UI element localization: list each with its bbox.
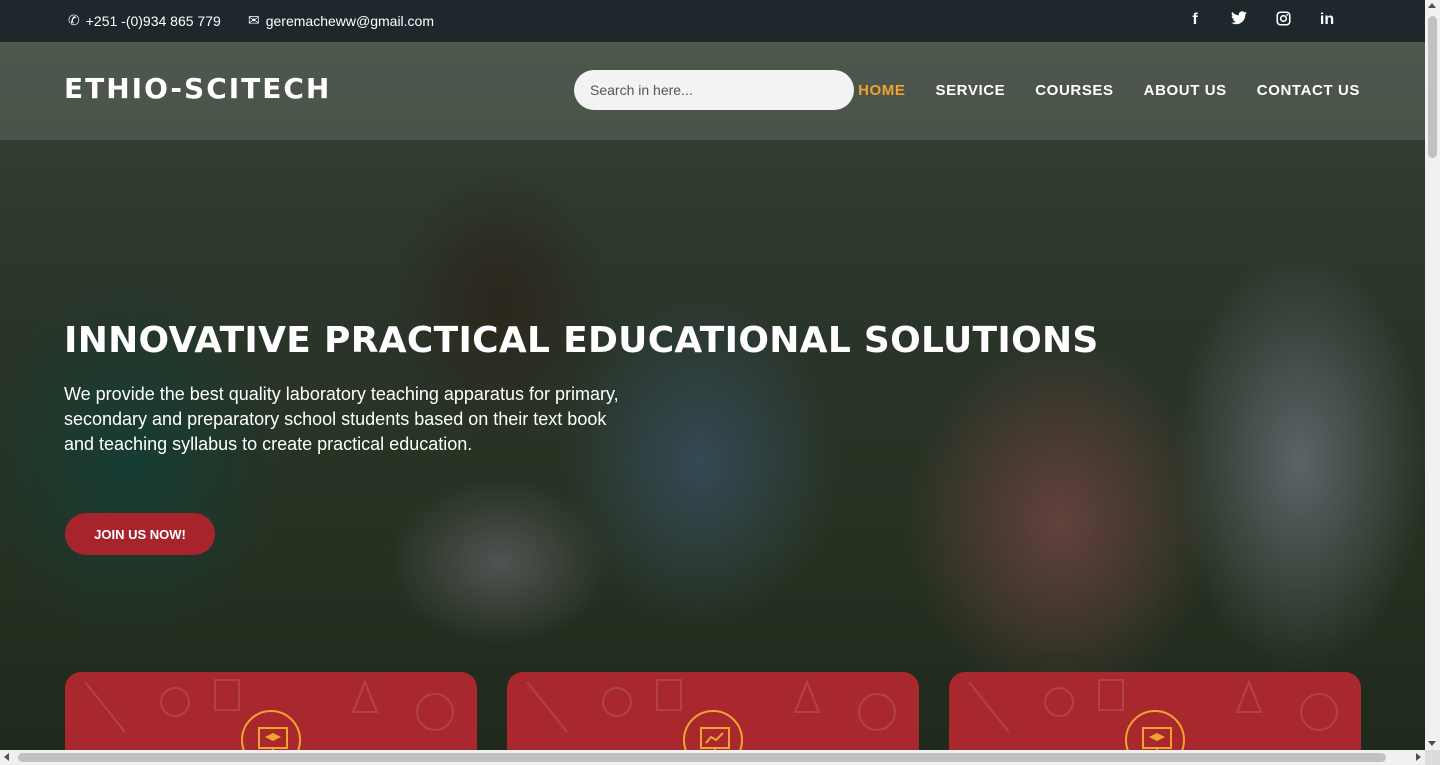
feature-card-1[interactable]	[65, 672, 477, 750]
feature-card-3[interactable]	[949, 672, 1361, 750]
phone-icon: ✆	[68, 12, 80, 28]
nav-about-us[interactable]: ABOUT US	[1144, 82, 1227, 99]
nav-home[interactable]: HOME	[858, 82, 905, 99]
vertical-scroll-thumb[interactable]	[1428, 16, 1437, 158]
main-nav: HOME SERVICE COURSES ABOUT US CONTACT US	[858, 82, 1360, 99]
email-contact[interactable]: ✉ geremacheww@gmail.com	[248, 12, 434, 29]
site-logo[interactable]: ETHIO-SCITECH	[64, 72, 331, 105]
twitter-icon[interactable]	[1217, 11, 1261, 31]
join-us-button[interactable]: JOIN US NOW!	[65, 513, 215, 555]
phone-contact[interactable]: ✆ +251 -(0)934 865 779	[68, 12, 221, 29]
nav-service[interactable]: SERVICE	[935, 82, 1005, 99]
feature-card-2[interactable]	[507, 672, 919, 750]
email-address: geremacheww@gmail.com	[265, 12, 435, 29]
social-links: f in	[1173, 11, 1349, 31]
scroll-right-icon[interactable]	[1416, 753, 1421, 761]
facebook-icon[interactable]: f	[1173, 11, 1217, 31]
scrollbar-corner	[1425, 750, 1440, 765]
phone-number: +251 -(0)934 865 779	[85, 12, 221, 29]
nav-courses[interactable]: COURSES	[1035, 82, 1113, 99]
nav-contact-us[interactable]: CONTACT US	[1257, 82, 1360, 99]
horizontal-scroll-thumb[interactable]	[18, 753, 1386, 762]
envelope-icon: ✉	[248, 12, 260, 28]
search-input[interactable]	[574, 70, 854, 110]
scroll-left-icon[interactable]	[4, 753, 9, 761]
linkedin-icon[interactable]: in	[1305, 11, 1349, 31]
horizontal-scrollbar[interactable]	[0, 750, 1425, 765]
hero-subtext: We provide the best quality laboratory t…	[64, 384, 619, 454]
scroll-up-icon[interactable]	[1428, 3, 1436, 8]
instagram-icon[interactable]	[1261, 11, 1305, 31]
vertical-scrollbar[interactable]	[1425, 0, 1440, 750]
site-header: ETHIO-SCITECH HOME SERVICE COURSES ABOUT…	[0, 42, 1425, 140]
top-bar: ✆ +251 -(0)934 865 779 ✉ geremacheww@gma…	[0, 0, 1425, 42]
hero-section: ETHIO-SCITECH HOME SERVICE COURSES ABOUT…	[0, 42, 1425, 750]
scroll-down-icon[interactable]	[1428, 741, 1436, 746]
hero-headline: INNOVATIVE PRACTICAL EDUCATIONAL SOLUTIO…	[64, 320, 1099, 361]
